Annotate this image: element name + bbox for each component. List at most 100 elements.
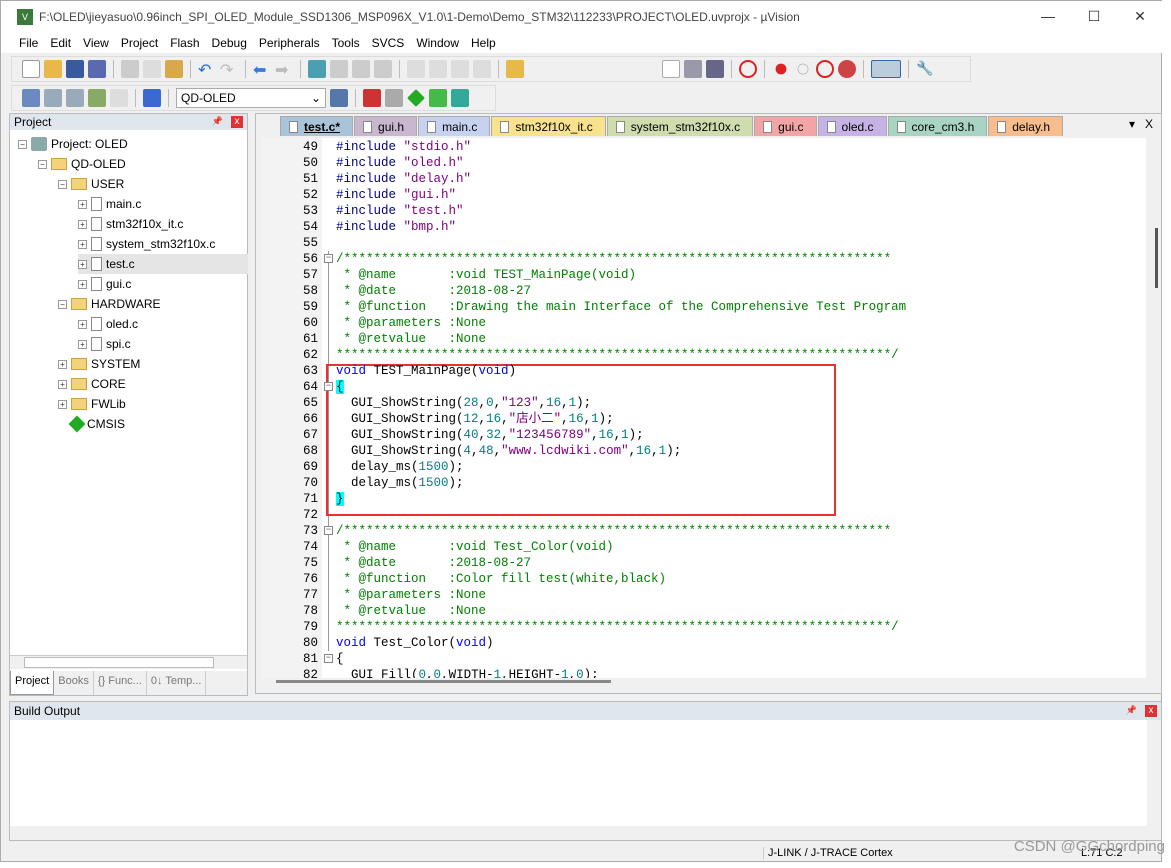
rebuild-icon[interactable] xyxy=(66,89,84,107)
horizontal-scrollbar[interactable] xyxy=(276,680,611,683)
tree-item-fwlib[interactable]: + FWLib xyxy=(58,394,126,414)
expand-icon[interactable]: + xyxy=(78,199,87,209)
back-icon[interactable]: ⬅ xyxy=(253,60,271,79)
menu-window[interactable]: Window xyxy=(410,33,465,53)
tab-system-stm32f10x-c[interactable]: system_stm32f10x.c xyxy=(606,116,754,136)
build-output-text[interactable] xyxy=(10,720,1147,822)
menu-project[interactable]: Project xyxy=(115,33,164,53)
horizontal-scrollbar[interactable] xyxy=(10,826,1161,840)
fold-toggle-icon[interactable]: − xyxy=(324,526,333,535)
expand-icon[interactable]: + xyxy=(58,359,67,369)
close-tab-button[interactable]: X xyxy=(1145,117,1153,131)
expand-icon[interactable]: + xyxy=(78,239,87,249)
tab-stm32f10x-it-c[interactable]: stm32f10x_it.c xyxy=(491,116,606,136)
indent-icon[interactable] xyxy=(407,60,425,78)
tab-oled-c[interactable]: oled.c xyxy=(817,116,887,136)
close-panel-button[interactable]: x xyxy=(231,116,243,128)
expand-icon[interactable]: + xyxy=(78,319,87,329)
menu-flash[interactable]: Flash xyxy=(164,33,205,53)
panel-tab-1[interactable]: Books xyxy=(54,671,94,695)
collapse-icon[interactable]: − xyxy=(58,179,67,189)
expand-icon[interactable]: + xyxy=(78,279,87,289)
menu-tools[interactable]: Tools xyxy=(326,33,366,53)
stop-build-icon[interactable] xyxy=(110,89,128,107)
minimize-button[interactable]: — xyxy=(1025,1,1071,31)
menu-debug[interactable]: Debug xyxy=(206,33,253,53)
tab-test-c-[interactable]: test.c* xyxy=(280,116,354,136)
find-icon[interactable] xyxy=(684,60,702,78)
tree-item-test-c[interactable]: + test.c xyxy=(78,254,248,274)
bookmark-icon[interactable] xyxy=(308,60,326,78)
menu-view[interactable]: View xyxy=(77,33,115,53)
pack-installer-icon[interactable] xyxy=(429,89,447,107)
undo-icon[interactable]: ↶ xyxy=(198,60,216,79)
menu-help[interactable]: Help xyxy=(465,33,502,53)
tab-gui-c[interactable]: gui.c xyxy=(754,116,817,136)
expand-icon[interactable]: + xyxy=(78,259,87,269)
manage-rte-icon[interactable] xyxy=(407,89,425,107)
find-in-files-icon[interactable] xyxy=(506,60,524,78)
redo-icon[interactable]: ↷ xyxy=(220,60,238,79)
cut-icon[interactable] xyxy=(121,60,139,78)
panel-tab-2[interactable]: {} Func... xyxy=(94,671,147,695)
tab-delay-h[interactable]: delay.h xyxy=(988,116,1064,136)
close-button[interactable]: ✕ xyxy=(1117,1,1163,31)
tree-item-project-oled[interactable]: − Project: OLED xyxy=(18,134,128,154)
tree-item-oled-c[interactable]: + oled.c xyxy=(78,314,138,334)
expand-icon[interactable]: + xyxy=(58,379,67,389)
code-editor[interactable]: 49 #include "stdio.h" 50 #include "oled.h" 5… xyxy=(262,138,1146,678)
new-file-icon[interactable] xyxy=(22,60,40,78)
configure-icon[interactable]: 🔧 xyxy=(916,60,934,78)
debug-session-icon[interactable] xyxy=(739,60,757,78)
window-layout-icon[interactable] xyxy=(871,60,901,78)
fold-toggle-icon[interactable]: − xyxy=(324,382,333,391)
build-icon[interactable] xyxy=(44,89,62,107)
tree-item-system-stm32f10x-c[interactable]: + system_stm32f10x.c xyxy=(78,234,215,254)
tree-item-hardware[interactable]: − HARDWARE xyxy=(58,294,161,314)
menu-peripherals[interactable]: Peripherals xyxy=(253,33,326,53)
save-icon[interactable] xyxy=(66,60,84,78)
tree-item-qd-oled[interactable]: − QD-OLED xyxy=(38,154,126,174)
panel-tab-0[interactable]: Project xyxy=(10,671,55,695)
collapse-icon[interactable]: − xyxy=(58,299,67,309)
pin-icon[interactable]: 📌 xyxy=(212,116,223,128)
expand-icon[interactable]: + xyxy=(58,399,67,409)
close-panel-button[interactable]: x xyxy=(1145,705,1157,717)
manage-project-icon[interactable] xyxy=(363,89,381,107)
find-dropdown[interactable] xyxy=(662,60,680,78)
software-packs-icon[interactable] xyxy=(451,89,469,107)
comment-icon[interactable] xyxy=(451,60,469,78)
forward-icon[interactable]: ➡ xyxy=(275,60,293,79)
vertical-scrollbar[interactable] xyxy=(1149,138,1161,678)
fold-toggle-icon[interactable]: − xyxy=(324,254,333,263)
target-select[interactable]: QD-OLED ⌄ xyxy=(176,88,326,108)
translate-icon[interactable] xyxy=(22,89,40,107)
download-icon[interactable] xyxy=(143,89,161,107)
prev-bookmark-icon[interactable] xyxy=(330,60,348,78)
tree-item-core[interactable]: + CORE xyxy=(58,374,126,394)
target-options-icon[interactable] xyxy=(330,89,348,107)
tree-item-system[interactable]: + SYSTEM xyxy=(58,354,140,374)
vertical-scrollbar[interactable] xyxy=(1147,720,1161,826)
tabs-menu-icon[interactable]: ▾ xyxy=(1129,117,1135,131)
scrollbar-thumb[interactable] xyxy=(24,657,214,668)
incremental-find-icon[interactable] xyxy=(706,60,724,78)
menu-edit[interactable]: Edit xyxy=(44,33,77,53)
maximize-button[interactable]: ☐ xyxy=(1071,1,1117,31)
tree-item-cmsis[interactable]: CMSIS xyxy=(58,414,125,434)
select-packs-icon[interactable] xyxy=(385,89,403,107)
next-bookmark-icon[interactable] xyxy=(352,60,370,78)
open-icon[interactable] xyxy=(44,60,62,78)
kill-breakpoints-icon[interactable] xyxy=(838,60,856,78)
unindent-icon[interactable] xyxy=(429,60,447,78)
horizontal-scrollbar[interactable] xyxy=(10,655,247,669)
panel-tab-3[interactable]: 0↓ Temp... xyxy=(147,671,207,695)
save-all-icon[interactable] xyxy=(88,60,106,78)
tab-main-c[interactable]: main.c xyxy=(418,116,491,136)
collapse-icon[interactable]: − xyxy=(38,159,47,169)
tree-item-stm32f10x-it-c[interactable]: + stm32f10x_it.c xyxy=(78,214,183,234)
paste-icon[interactable] xyxy=(165,60,183,78)
tree-item-main-c[interactable]: + main.c xyxy=(78,194,141,214)
uncomment-icon[interactable] xyxy=(473,60,491,78)
expand-icon[interactable]: + xyxy=(78,339,87,349)
